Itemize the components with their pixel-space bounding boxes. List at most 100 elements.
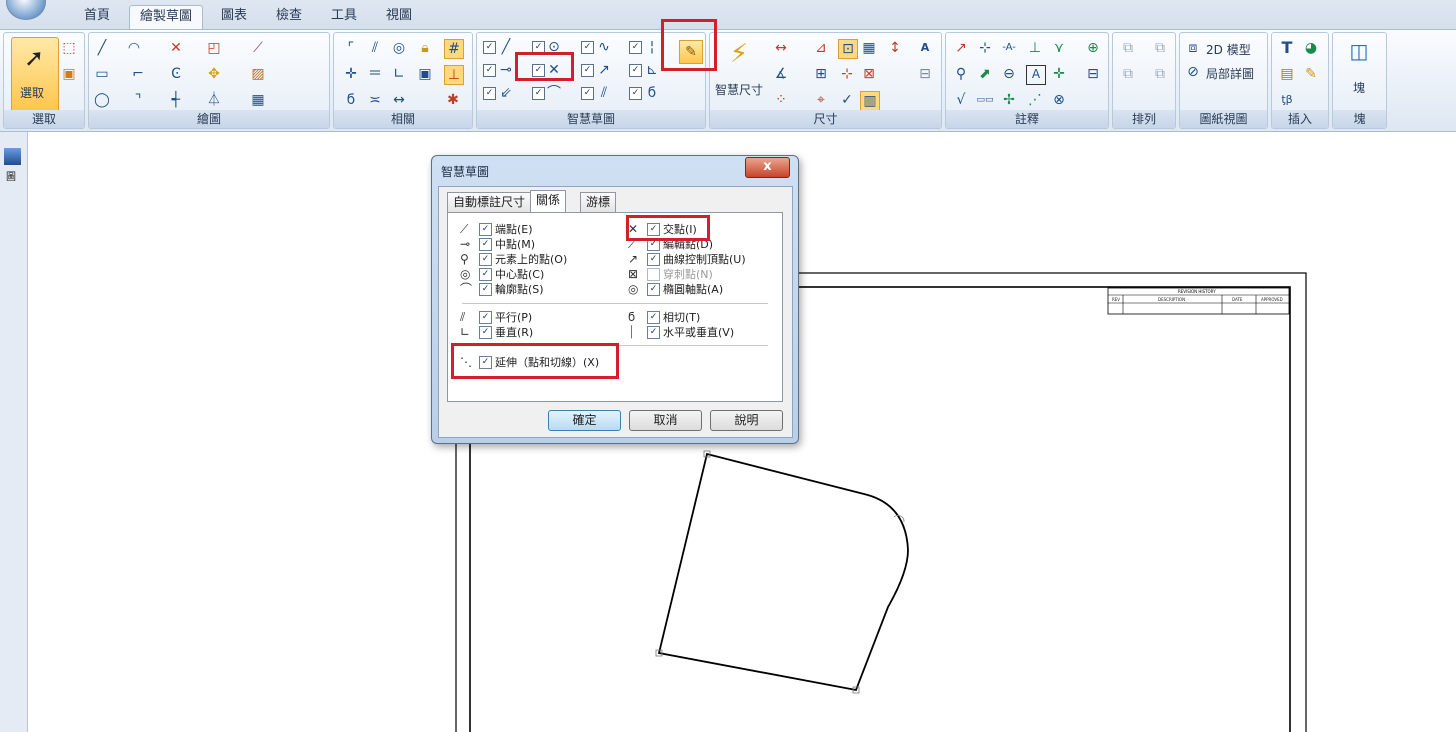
send-backward-icon[interactable]: ⧉ [1151, 65, 1169, 83]
select-button[interactable]: ➚ 選取 [11, 37, 59, 113]
symmetric-icon[interactable]: ≍ [366, 91, 384, 109]
symmetric-diameter-icon[interactable]: ⊿ [812, 39, 830, 57]
tab-tools[interactable]: 工具 [321, 5, 367, 29]
lasso-select-icon[interactable]: ⬚ [60, 39, 78, 57]
detail-view-label[interactable]: 局部詳圖 [1206, 65, 1254, 82]
cross-hatch-icon[interactable]: ✢ [1000, 91, 1018, 109]
tangent-toggle[interactable]: ✓ [483, 87, 496, 100]
cancel-button[interactable]: 取消 [629, 410, 702, 431]
endpoint-toggle[interactable]: ✓ [483, 41, 496, 54]
check-mark-icon[interactable]: √ [952, 91, 970, 109]
trim-icon[interactable]: ✕ [167, 39, 185, 57]
tangent-icon[interactable]: ϭ [342, 91, 360, 109]
coordinate-dim-icon[interactable]: ⁘ [772, 91, 790, 109]
library-icon[interactable] [4, 148, 21, 165]
bring-front-icon[interactable]: ⧉ [1119, 39, 1137, 57]
lock-icon[interactable]: 🔒︎ [416, 39, 434, 57]
midpoint-toggle[interactable]: ✓ [483, 64, 496, 77]
attach-dim-icon[interactable]: ⌖ [812, 91, 830, 109]
perpendicular-icon[interactable]: ∟ [390, 65, 408, 83]
text-icon[interactable]: T [1278, 39, 1296, 57]
corner-icon[interactable]: ⌝ [129, 91, 147, 109]
centerline-icon[interactable]: ⋎ [1050, 39, 1068, 57]
dim-group-icon[interactable]: ⊠ [860, 65, 878, 83]
pattern-icon[interactable]: ▦ [249, 91, 267, 109]
curve-toggle[interactable]: ✓ [581, 41, 594, 54]
horizontal-vertical-icon[interactable]: ✛ [342, 65, 360, 83]
symbol-icon[interactable]: ƫβ [1278, 91, 1296, 109]
dim-spacing-icon[interactable]: ↕ [886, 39, 904, 57]
model-2d-label[interactable]: 2D 模型 [1206, 41, 1251, 58]
balloon-icon[interactable]: ⊹ [976, 39, 994, 57]
silhouette-point-toggle[interactable]: ✓ [532, 87, 545, 100]
callout-icon[interactable]: -A- [1000, 39, 1018, 57]
perpendicular-toggle[interactable]: ✓ [629, 64, 642, 77]
dim-edit-icon[interactable]: ✓ [838, 91, 856, 109]
move-icon[interactable]: ✥ [205, 65, 223, 83]
tab-view[interactable]: 視圖 [376, 5, 422, 29]
help-button[interactable]: 說明 [710, 410, 783, 431]
tab-inspect[interactable]: 檢查 [266, 5, 312, 29]
fillet-icon[interactable]: ⌐ [129, 65, 147, 83]
chamfer-dim-icon[interactable]: ⊞ [812, 65, 830, 83]
send-back-icon[interactable]: ⧉ [1151, 39, 1169, 57]
block-label[interactable]: 塊 [1353, 79, 1365, 96]
distance-between-icon[interactable]: ↔ [772, 39, 790, 57]
bolt-circle-icon[interactable]: ⊕ [1084, 39, 1102, 57]
image-icon[interactable]: ▤ [1278, 65, 1296, 83]
silhouette-toggle[interactable]: ✓ [629, 41, 642, 54]
connector-icon[interactable]: ⋰ [1026, 91, 1044, 109]
dim-text-icon[interactable]: A [916, 39, 934, 57]
collinear-icon[interactable]: ↔ [390, 91, 408, 109]
offset-icon[interactable]: ◰ [205, 39, 223, 57]
fill-icon[interactable]: ▨ [249, 65, 267, 83]
bolt-hole-circle-icon[interactable]: ⊗ [1050, 91, 1068, 109]
parallel-icon[interactable]: ⫽ [366, 39, 384, 57]
connect-icon[interactable]: ⌜ [342, 39, 360, 57]
tangent-small-toggle[interactable]: ✓ [629, 87, 642, 100]
tab-chart[interactable]: 圖表 [211, 5, 257, 29]
chamfer-icon[interactable]: Ͼ [167, 65, 185, 83]
application-button[interactable] [6, 0, 46, 20]
split-icon[interactable]: ┽ [167, 91, 185, 109]
select-filter-icon[interactable]: ▣ [60, 65, 78, 83]
leader-icon[interactable]: ↗ [952, 39, 970, 57]
datum-icon[interactable]: ⊥ [1026, 39, 1044, 57]
tab-cursor[interactable]: 游標 [580, 192, 617, 213]
tab-sketch[interactable]: 繪製草圖 [129, 5, 204, 30]
equal-icon[interactable]: ＝ [366, 65, 384, 83]
relation-assistant-icon[interactable]: ✱ [444, 91, 462, 109]
text-profile-icon[interactable]: A [1026, 65, 1046, 85]
mirror-icon[interactable]: ⏃ [205, 91, 223, 109]
concentric-icon[interactable]: ◎ [390, 39, 408, 57]
close-button[interactable]: x [745, 157, 790, 178]
maintain-relations-icon[interactable]: # [444, 39, 464, 59]
circle-icon[interactable]: ◯ [93, 91, 111, 109]
dim-copy-icon[interactable]: ⊟ [916, 65, 934, 83]
angle-between-icon[interactable]: ∡ [772, 65, 790, 83]
feature-control-icon[interactable]: ▭▭ [976, 91, 994, 109]
dimension-style-icon[interactable]: ⊡ [838, 39, 858, 59]
smart-dimension-icon[interactable]: ⚡ [724, 39, 754, 69]
surface-texture-icon[interactable]: ⚲ [952, 65, 970, 83]
relation-handles-icon[interactable]: ⊥ [444, 65, 464, 85]
weld-icon[interactable]: ⬈ [976, 65, 994, 83]
datum-target-icon[interactable]: ⊟ [1084, 65, 1102, 83]
dim-lock-icon[interactable]: ▥ [860, 91, 880, 111]
bring-forward-icon[interactable]: ⧉ [1119, 65, 1137, 83]
edge-condition-icon[interactable]: ⊖ [1000, 65, 1018, 83]
object-icon[interactable]: ◕ [1302, 39, 1320, 57]
tab-relationships[interactable]: 關係 [530, 190, 567, 213]
model-2d-icon[interactable]: ⧈ [1184, 39, 1202, 57]
arc-icon[interactable]: ◠ [125, 39, 143, 57]
hyperlink-icon[interactable]: ✎ [1302, 65, 1320, 83]
wrap-icon[interactable]: ⟋ [249, 39, 267, 57]
dim-axis-icon[interactable]: ⊹ [838, 65, 856, 83]
center-mark-icon[interactable]: ✛ [1050, 65, 1068, 83]
line-icon[interactable]: ╱ [93, 39, 111, 57]
block-icon[interactable]: ◫ [1347, 39, 1371, 63]
ok-button[interactable]: 確定 [548, 410, 621, 431]
detail-view-icon[interactable]: ⊘ [1184, 63, 1202, 81]
parallel-toggle[interactable]: ✓ [581, 87, 594, 100]
rigid-set-icon[interactable]: ▣ [416, 65, 434, 83]
